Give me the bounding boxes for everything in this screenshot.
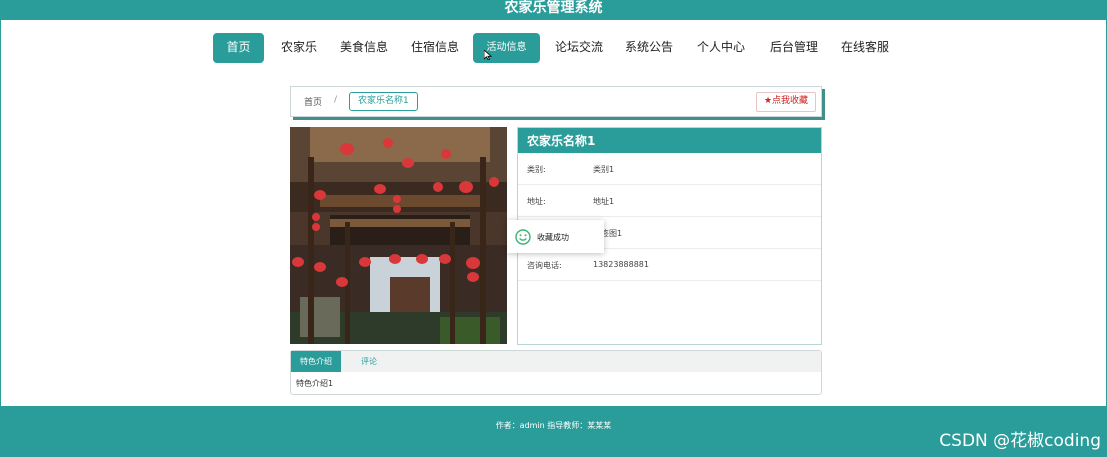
detail-label: 类别: — [527, 165, 546, 174]
app-title-bar: 农家乐管理系统 — [0, 0, 1107, 20]
detail-label: 地址: — [527, 197, 546, 206]
breadcrumb-separator: / — [334, 95, 338, 105]
detail-value: 类别1 — [593, 165, 615, 174]
toast-message: 收藏成功 — [537, 233, 569, 242]
mouse-cursor-icon — [484, 50, 492, 60]
nav-item-food[interactable]: 美食信息 — [336, 33, 392, 63]
nav-item-online-service[interactable]: 在线客服 — [836, 33, 894, 63]
detail-label: 咨询电话: — [527, 261, 562, 270]
star-icon: ★ — [763, 96, 773, 106]
watermark: CSDN @花椒coding — [939, 431, 1101, 451]
breadcrumb-current: 农家乐名称1 — [349, 92, 418, 111]
success-toast: 收藏成功 — [507, 220, 604, 253]
tab-content: 特色介绍1 — [296, 379, 334, 388]
footer-text: 作者：admin 指导教师：某某某 — [495, 421, 612, 430]
nav-item-home[interactable]: 首页 — [213, 33, 264, 63]
detail-row-address: 地址: 地址1 — [518, 185, 821, 217]
main-nav: 首页 农家乐 美食信息 住宿信息 活动信息 论坛交流 系统公告 个人中心 后台管… — [0, 33, 1107, 63]
detail-value: 地址1 — [593, 197, 615, 206]
nav-item-announcements[interactable]: 系统公告 — [620, 33, 678, 63]
smile-icon — [515, 229, 531, 245]
nav-item-farmhouse[interactable]: 农家乐 — [276, 33, 322, 63]
app-title: 农家乐管理系统 — [504, 0, 603, 16]
detail-tabs: 特色介绍 评论 特色介绍1 — [290, 350, 822, 395]
detail-value: 13823888881 — [593, 260, 649, 269]
favorite-button[interactable]: ★点我收藏 — [756, 92, 816, 112]
tab-features[interactable]: 特色介绍 — [291, 351, 341, 372]
nav-item-lodging[interactable]: 住宿信息 — [406, 33, 464, 63]
tab-comments[interactable]: 评论 — [351, 351, 387, 372]
breadcrumb-home-link[interactable]: 首页 — [304, 95, 322, 108]
nav-item-admin[interactable]: 后台管理 — [765, 33, 823, 63]
detail-title: 农家乐名称1 — [518, 128, 821, 153]
nav-item-forum[interactable]: 论坛交流 — [550, 33, 608, 63]
detail-row-category: 类别: 类别1 — [518, 153, 821, 185]
detail-row-phone: 咨询电话: 13823888881 — [518, 249, 821, 281]
tab-bar: 特色介绍 评论 — [291, 351, 821, 372]
page-border-left — [0, 20, 1, 410]
nav-item-personal-center[interactable]: 个人中心 — [692, 33, 750, 63]
favorite-button-label: 点我收藏 — [772, 96, 809, 106]
breadcrumb: 首页 / 农家乐名称1 ★点我收藏 — [290, 86, 822, 117]
farmhouse-photo — [290, 127, 507, 344]
